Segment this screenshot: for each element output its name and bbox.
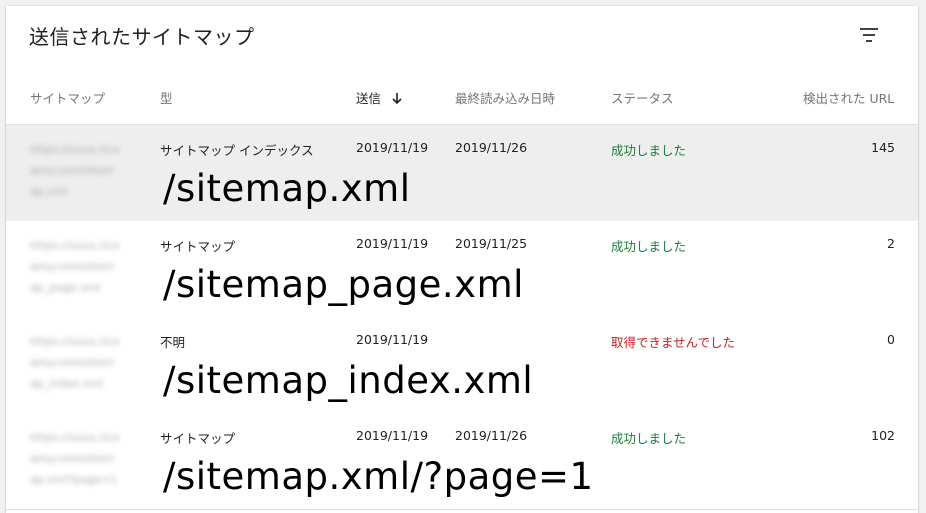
table-header: サイトマップ 型 送信 最終読み込み日時 ステータス 検出された URL: [6, 78, 918, 125]
sitemap-path-label: /sitemap_page.xml: [163, 263, 524, 306]
type-cell: サイトマップ インデックス: [160, 143, 314, 158]
filter-button[interactable]: [854, 20, 884, 50]
submitted-cell: 2019/11/19: [356, 140, 429, 155]
sitemap-url-blurred: https://xxxx.rico amy.com/sitem ap.xml?p…: [30, 427, 140, 490]
sitemap-url-line: amy.com/sitem: [30, 260, 114, 273]
sitemap-url-line: ap.xml: [30, 185, 68, 198]
sitemap-url-line: https://xxxx.rico: [30, 143, 120, 156]
sitemap-url-line: https://xxxx.rico: [30, 335, 120, 348]
status-cell: 取得できませんでした: [611, 335, 736, 350]
column-header-submitted-label: 送信: [356, 91, 382, 106]
column-header-status[interactable]: ステータス: [611, 88, 674, 107]
column-header-sitemap[interactable]: サイトマップ: [30, 88, 105, 107]
column-header-type[interactable]: 型: [160, 88, 173, 107]
submitted-cell: 2019/11/19: [356, 332, 429, 347]
type-cell: サイトマップ: [160, 431, 236, 446]
sitemap-url-line: https://xxxx.rico: [30, 431, 120, 444]
column-header-discovered-urls[interactable]: 検出された URL: [803, 88, 894, 107]
type-cell: 不明: [160, 335, 186, 350]
status-cell: 成功しました: [611, 239, 687, 254]
table-row[interactable]: https://xxxx.rico amy.com/sitem ap_index…: [6, 317, 918, 414]
last-read-cell: 2019/11/26: [455, 140, 528, 155]
arrow-down-icon: [391, 92, 403, 108]
column-header-submitted[interactable]: 送信: [356, 88, 403, 108]
sitemap-url-line: ap_index.xml: [30, 377, 104, 390]
sitemap-url-line: amy.com/sitem: [30, 164, 114, 177]
discovered-urls-cell: 2: [887, 236, 895, 251]
submitted-cell: 2019/11/19: [356, 428, 429, 443]
last-read-cell: 2019/11/25: [455, 236, 528, 251]
column-header-last-read[interactable]: 最終読み込み日時: [455, 88, 555, 107]
sitemap-url-blurred: https://xxxx.rico amy.com/sitem ap_page.…: [30, 235, 140, 298]
table-row[interactable]: https://xxxx.rico amy.com/sitem ap.xml サ…: [6, 125, 918, 222]
table-row[interactable]: https://xxxx.rico amy.com/sitem ap.xml?p…: [6, 413, 918, 510]
sitemap-url-blurred: https://xxxx.rico amy.com/sitem ap.xml: [30, 139, 140, 202]
status-cell: 成功しました: [611, 431, 687, 446]
sitemap-url-line: amy.com/sitem: [30, 356, 114, 369]
sitemap-url-line: ap.xml?page=1: [30, 473, 118, 486]
card-title: 送信されたサイトマップ: [29, 25, 255, 49]
discovered-urls-cell: 102: [871, 428, 895, 443]
table-row[interactable]: https://xxxx.rico amy.com/sitem ap_page.…: [6, 221, 918, 318]
status-cell: 成功しました: [611, 143, 687, 158]
type-cell: サイトマップ: [160, 239, 236, 254]
sitemap-url-line: amy.com/sitem: [30, 452, 114, 465]
sitemap-url-blurred: https://xxxx.rico amy.com/sitem ap_index…: [30, 331, 140, 394]
discovered-urls-cell: 145: [871, 140, 895, 155]
sitemap-url-line: ap_page.xml: [30, 281, 101, 294]
sitemap-url-line: https://xxxx.rico: [30, 239, 120, 252]
filter-icon: [860, 28, 878, 42]
submitted-cell: 2019/11/19: [356, 236, 429, 251]
sitemap-path-label: /sitemap.xml/?page=1: [163, 455, 594, 498]
sitemaps-card: 送信されたサイトマップ サイトマップ 型 送信 最終読み込み日時 ステータス 検…: [6, 6, 918, 513]
sitemap-path-label: /sitemap.xml: [163, 167, 411, 210]
discovered-urls-cell: 0: [887, 332, 895, 347]
last-read-cell: 2019/11/26: [455, 428, 528, 443]
sitemap-path-label: /sitemap_index.xml: [163, 359, 534, 402]
